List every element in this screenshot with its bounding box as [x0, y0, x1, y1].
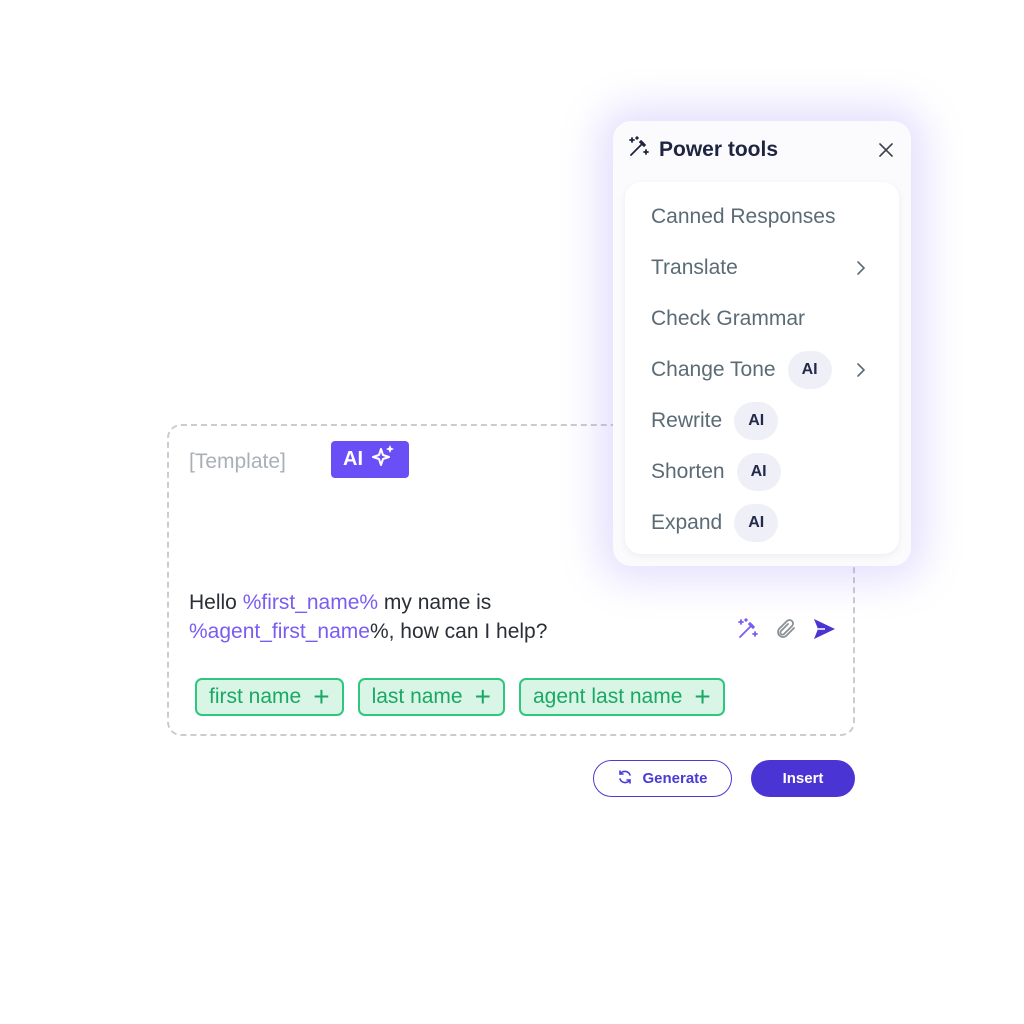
ai-badge: AI — [734, 504, 779, 542]
plus-icon: + — [313, 681, 330, 712]
message-text: my name is — [378, 591, 492, 614]
generate-button[interactable]: Generate — [593, 760, 732, 797]
tag-label: first name — [209, 685, 302, 708]
ai-chip-button[interactable]: AI — [331, 441, 409, 478]
menu-item-change-tone[interactable]: Change Tone AI — [651, 350, 832, 390]
menu-item-label: Change Tone — [651, 358, 776, 381]
send-icon[interactable] — [811, 616, 837, 642]
menu-item-label: Check Grammar — [651, 307, 806, 330]
paperclip-icon[interactable] — [773, 616, 799, 642]
message-input[interactable]: Hello %first_name% my name is %agent_firs… — [189, 588, 709, 646]
menu-item-shorten[interactable]: Shorten AI — [651, 452, 781, 492]
message-text: %, how can I help? — [369, 620, 548, 643]
magic-wand-icon — [627, 135, 651, 165]
message-text: Hello — [189, 591, 243, 614]
ai-badge: AI — [787, 351, 832, 389]
chevron-right-icon — [851, 350, 871, 390]
tag-label: last name — [371, 685, 463, 708]
menu-item-rewrite[interactable]: Rewrite AI — [651, 401, 779, 441]
tag-last-name[interactable]: last name + — [357, 678, 505, 716]
variable-tags: first name + last name + agent last name… — [195, 678, 725, 716]
menu-item-label: Translate — [651, 256, 738, 279]
menu-item-label: Expand — [651, 511, 723, 534]
menu-item-translate[interactable]: Translate — [651, 248, 738, 288]
menu-item-label: Canned Responses — [651, 205, 836, 228]
chevron-right-icon — [851, 248, 871, 288]
close-icon[interactable] — [875, 139, 897, 161]
menu-item-canned-responses[interactable]: Canned Responses — [651, 197, 835, 237]
tag-label: agent last name — [532, 685, 683, 708]
menu-item-label: Shorten — [651, 460, 725, 483]
ai-badge: AI — [736, 453, 781, 491]
insert-button[interactable]: Insert — [751, 760, 855, 797]
variable-agent-first-name: %agent_first_name — [189, 620, 370, 643]
variable-first-name: %first_name% — [242, 591, 379, 614]
menu-item-check-grammar[interactable]: Check Grammar — [651, 299, 805, 339]
plus-icon: + — [474, 681, 491, 712]
template-label: [Template] — [189, 450, 286, 473]
sparkle-icon — [371, 444, 397, 476]
insert-label: Insert — [782, 770, 824, 787]
panel-title: Power tools — [659, 138, 779, 161]
power-tools-menu: Canned Responses Translate Check Grammar… — [625, 182, 899, 554]
magic-wand-icon[interactable] — [735, 616, 761, 642]
refresh-icon — [617, 769, 633, 789]
generate-label: Generate — [642, 770, 708, 787]
menu-item-expand[interactable]: Expand AI — [651, 503, 779, 543]
tag-first-name[interactable]: first name + — [195, 678, 344, 716]
ai-chip-label: AI — [343, 448, 363, 470]
power-tools-panel: Power tools Canned Responses Translate C… — [613, 121, 911, 566]
menu-item-label: Rewrite — [651, 409, 723, 432]
plus-icon: + — [694, 681, 711, 712]
ai-badge: AI — [734, 402, 779, 440]
tag-agent-last-name[interactable]: agent last name + — [518, 678, 725, 716]
